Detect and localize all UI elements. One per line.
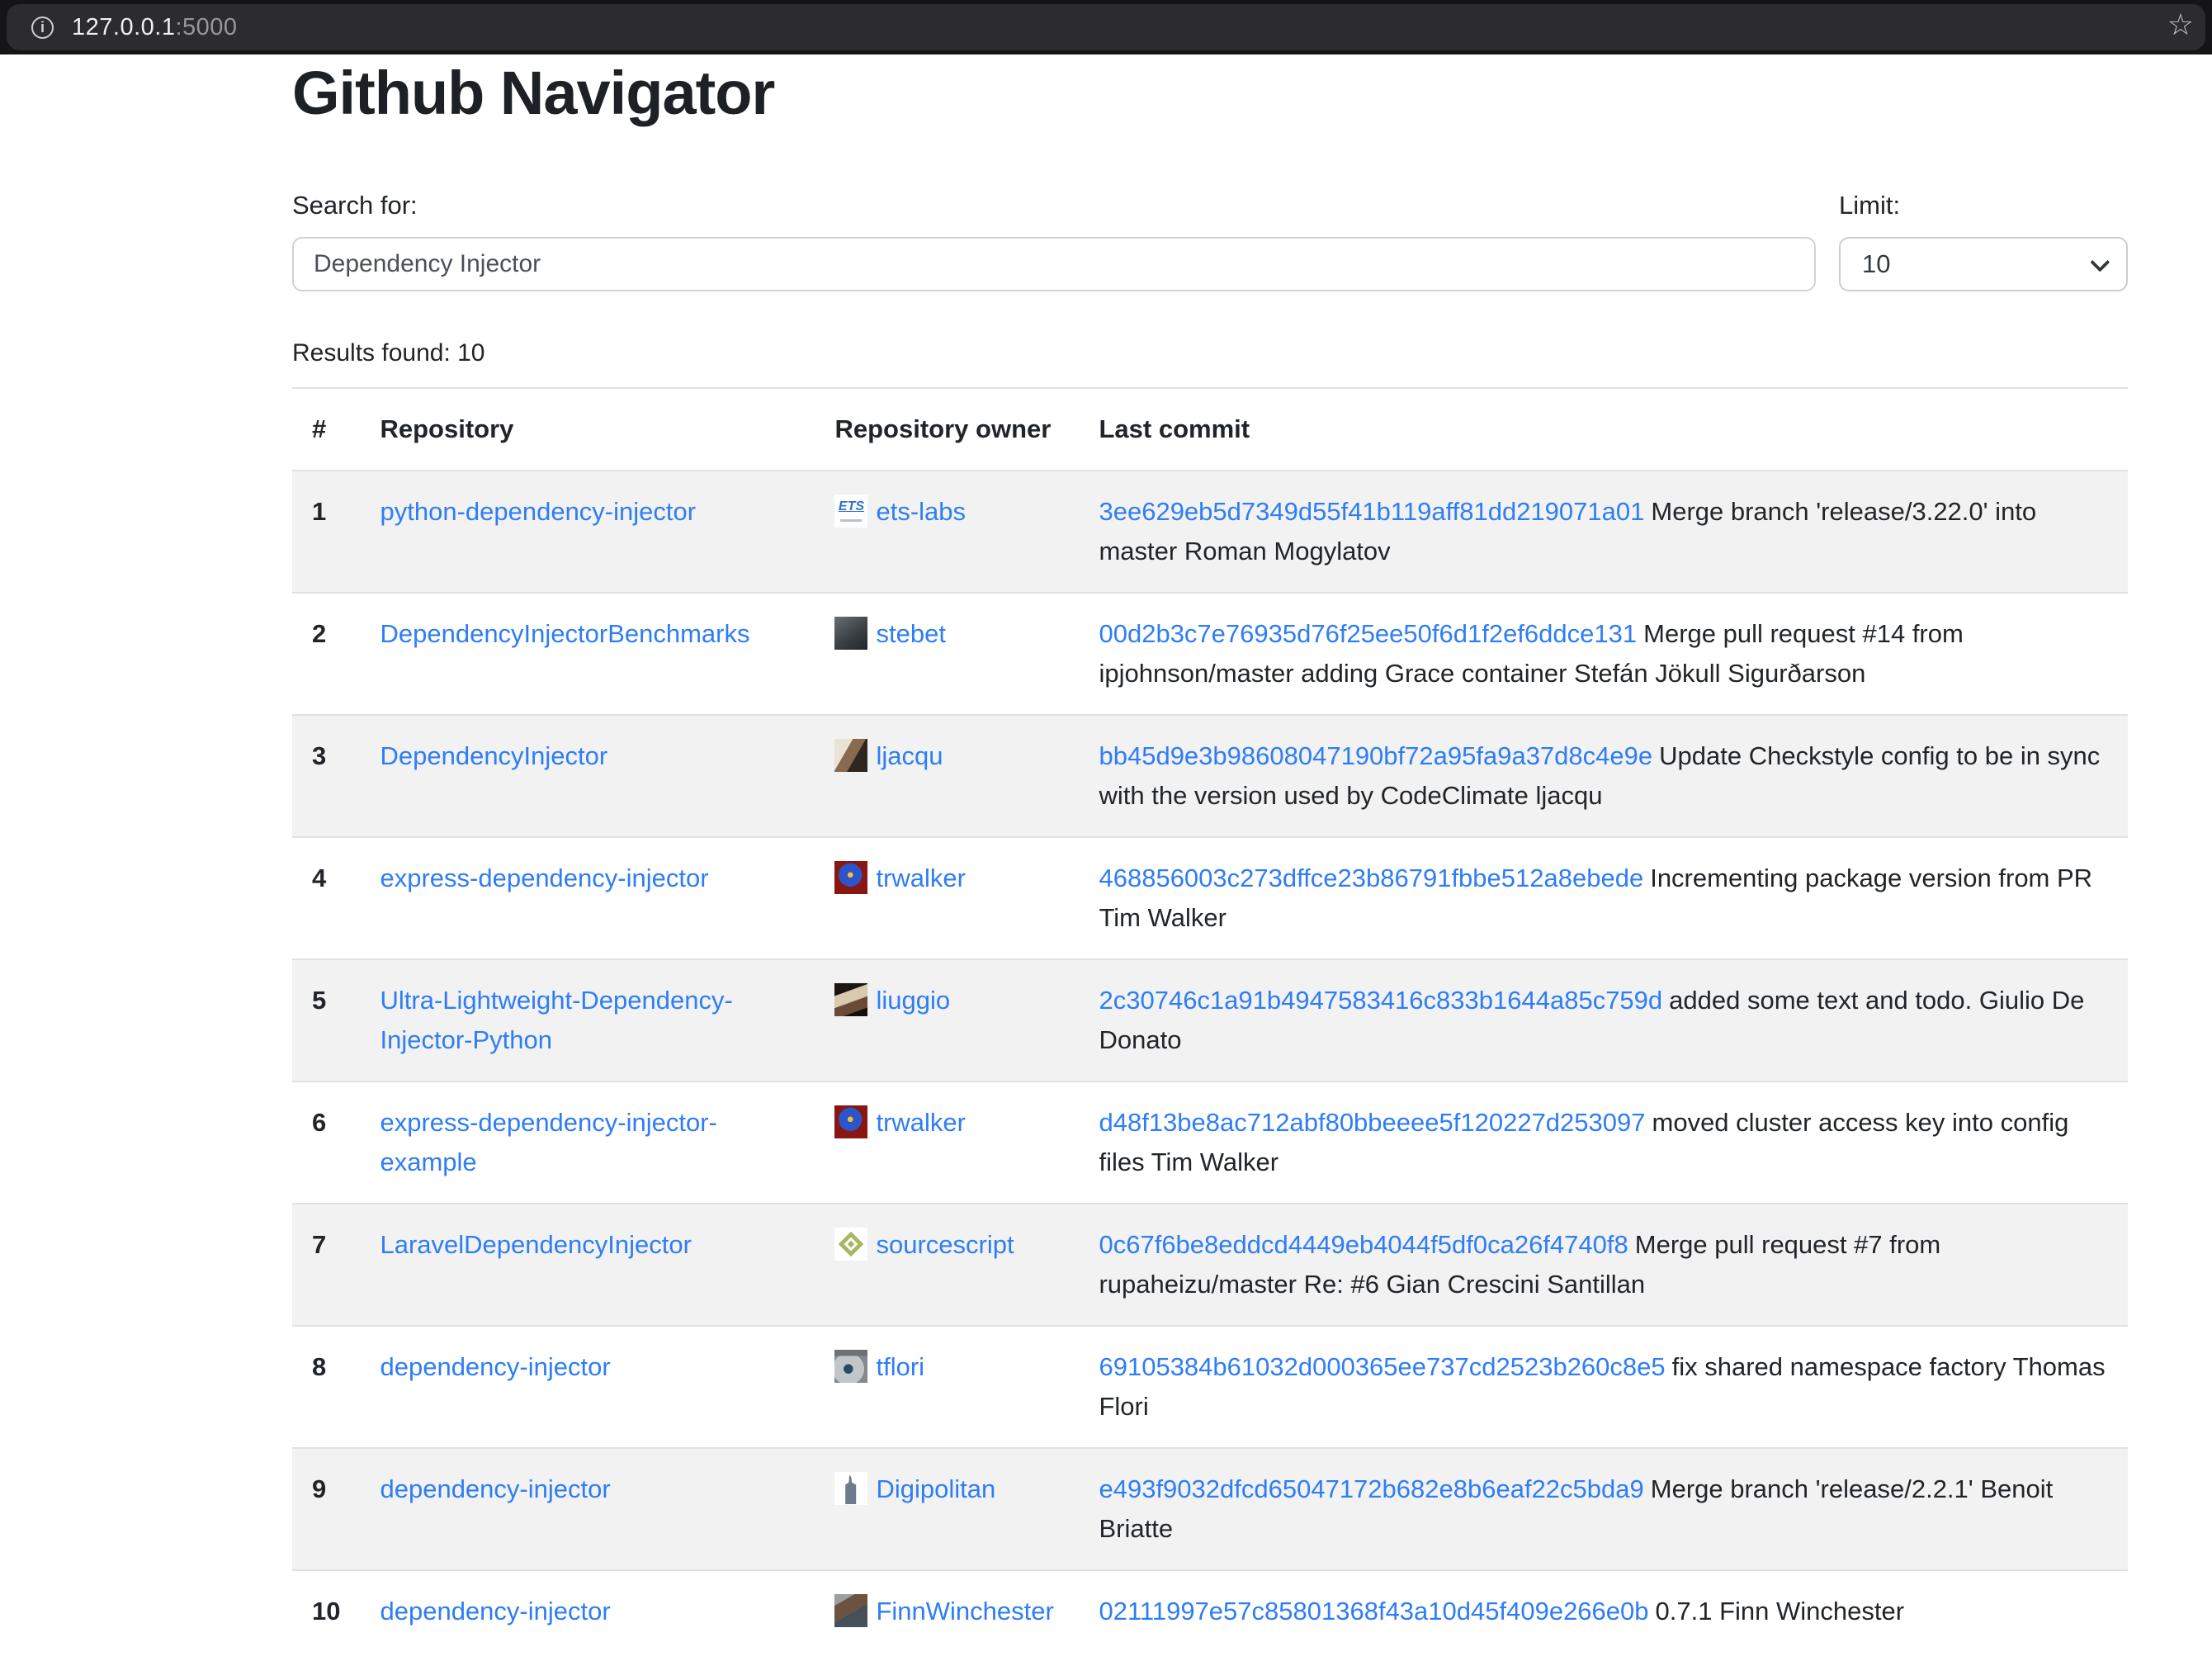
repository-link[interactable]: express-dependency-injector-example xyxy=(380,1108,716,1176)
col-header-last-commit: Last commit xyxy=(1079,388,2128,471)
table-row: 10 dependency-injector FinnWinchester 02111… xyxy=(292,1570,2128,1652)
table-header-row: # Repository Repository owner Last commi… xyxy=(292,388,2128,471)
owner-link[interactable]: trwalker xyxy=(876,1108,966,1137)
ets-avatar: ETS xyxy=(834,495,867,528)
repository-link[interactable]: DependencyInjector xyxy=(380,741,607,770)
ljacqu-avatar xyxy=(834,739,867,772)
liuggio-avatar xyxy=(834,983,867,1016)
search-controls: Search for: Limit: 10 xyxy=(292,191,2128,291)
repository-link[interactable]: DependencyInjectorBenchmarks xyxy=(380,619,749,648)
page-title: Github Navigator xyxy=(292,59,2128,126)
limit-label: Limit: xyxy=(1839,191,2128,220)
bookmark-star-icon[interactable]: ☆ xyxy=(2167,10,2194,40)
page-container: Github Navigator Search for: Limit: 10 R… xyxy=(292,59,2128,1652)
row-number: 7 xyxy=(312,1230,326,1259)
search-label: Search for: xyxy=(292,191,1816,220)
digipolitan-avatar xyxy=(834,1472,867,1505)
commit-message: 0.7.1 Finn Winchester xyxy=(1656,1597,1905,1626)
table-row: 7 LaravelDependencyInjector sourcescript 0c… xyxy=(292,1204,2128,1326)
trwalker-avatar xyxy=(834,1105,867,1138)
url-bar[interactable]: i 127.0.0.1:5000 xyxy=(7,4,2205,50)
commit-hash-link[interactable]: d48f13be8ac712abf80bbeeee5f120227d253097 xyxy=(1099,1108,1645,1137)
owner-link[interactable]: trwalker xyxy=(876,864,966,892)
row-number: 2 xyxy=(312,619,326,648)
repository-link[interactable]: LaravelDependencyInjector xyxy=(380,1230,691,1259)
limit-selected-value: 10 xyxy=(1862,249,1890,279)
owner-link[interactable]: tflori xyxy=(876,1352,924,1381)
row-number: 5 xyxy=(312,986,326,1015)
url-port: :5000 xyxy=(175,14,237,41)
commit-hash-link[interactable]: bb45d9e3b98608047190bf72a95fa9a37d8c4e9e xyxy=(1099,741,1652,770)
repository-link[interactable]: dependency-injector xyxy=(380,1597,610,1626)
commit-hash-link[interactable]: 0c67f6be8eddcd4449eb4044f5df0ca26f4740f8 xyxy=(1099,1230,1628,1259)
row-number: 8 xyxy=(312,1352,326,1381)
limit-select[interactable]: 10 xyxy=(1839,237,2128,291)
row-number: 3 xyxy=(312,741,326,770)
browser-chrome: i 127.0.0.1:5000 ☆ xyxy=(0,0,2212,54)
table-row: 9 dependency-injector Digipolitan e493f9032… xyxy=(292,1448,2128,1570)
trwalker-avatar xyxy=(834,861,867,894)
table-row: 3 DependencyInjector ljacqu bb45d9e3b986080… xyxy=(292,715,2128,837)
commit-hash-link[interactable]: 69105384b61032d000365ee737cd2523b260c8e5 xyxy=(1099,1352,1665,1381)
url-host: 127.0.0.1 xyxy=(72,14,175,41)
row-number: 10 xyxy=(312,1597,340,1626)
commit-hash-link[interactable]: 2c30746c1a91b4947583416c833b1644a85c759d xyxy=(1099,986,1662,1015)
owner-link[interactable]: stebet xyxy=(876,619,945,648)
commit-hash-link[interactable]: 3ee629eb5d7349d55f41b119aff81dd219071a01 xyxy=(1099,497,1644,526)
sourcescript-avatar xyxy=(834,1228,867,1261)
repository-link[interactable]: express-dependency-injector xyxy=(380,864,708,892)
owner-link[interactable]: Digipolitan xyxy=(876,1474,995,1503)
table-row: 4 express-dependency-injector trwalker 4688… xyxy=(292,837,2128,959)
row-number: 9 xyxy=(312,1474,326,1503)
owner-link[interactable]: FinnWinchester xyxy=(876,1597,1053,1626)
table-row: 5 Ultra-Lightweight-Dependency-Injector-P… xyxy=(292,959,2128,1081)
stebet-avatar xyxy=(834,617,867,650)
results-summary: Results found: 10 xyxy=(292,339,2128,367)
owner-link[interactable]: ets-labs xyxy=(876,497,966,526)
repository-link[interactable]: Ultra-Lightweight-Dependency-Injector-Py… xyxy=(380,986,732,1054)
commit-hash-link[interactable]: 00d2b3c7e76935d76f25ee50f6d1f2ef6ddce131 xyxy=(1099,619,1637,648)
col-header-owner: Repository owner xyxy=(815,388,1079,471)
table-row: 2 DependencyInjectorBenchmarks stebet 00d2b… xyxy=(292,593,2128,715)
table-row: 1 python-dependency-injector ETS ets-labs 3e… xyxy=(292,471,2128,593)
site-info-icon[interactable]: i xyxy=(31,17,54,39)
search-input[interactable] xyxy=(292,237,1816,291)
tflori-avatar xyxy=(834,1350,867,1383)
col-header-repository: Repository xyxy=(360,388,815,471)
owner-link[interactable]: liuggio xyxy=(876,986,950,1015)
table-row: 6 express-dependency-injector-example trwa… xyxy=(292,1081,2128,1204)
finnwinchester-avatar xyxy=(834,1594,867,1627)
owner-link[interactable]: sourcescript xyxy=(876,1230,1014,1259)
table-row: 8 dependency-injector tflori 69105384b61032… xyxy=(292,1326,2128,1448)
commit-hash-link[interactable]: e493f9032dfcd65047172b682e8b6eaf22c5bda9 xyxy=(1099,1474,1643,1503)
row-number: 6 xyxy=(312,1108,326,1137)
repository-link[interactable]: dependency-injector xyxy=(380,1474,610,1503)
owner-link[interactable]: ljacqu xyxy=(876,741,943,770)
row-number: 1 xyxy=(312,497,326,526)
commit-hash-link[interactable]: 02111997e57c85801368f43a10d45f409e266e0b xyxy=(1099,1597,1648,1626)
repository-link[interactable]: dependency-injector xyxy=(380,1352,610,1381)
col-header-index: # xyxy=(292,388,360,471)
chevron-down-icon xyxy=(2090,253,2110,272)
row-number: 4 xyxy=(312,864,326,892)
commit-hash-link[interactable]: 468856003c273dffce23b86791fbbe512a8ebede xyxy=(1099,864,1643,892)
results-table: # Repository Repository owner Last commi… xyxy=(292,387,2128,1652)
repository-link[interactable]: python-dependency-injector xyxy=(380,497,696,526)
